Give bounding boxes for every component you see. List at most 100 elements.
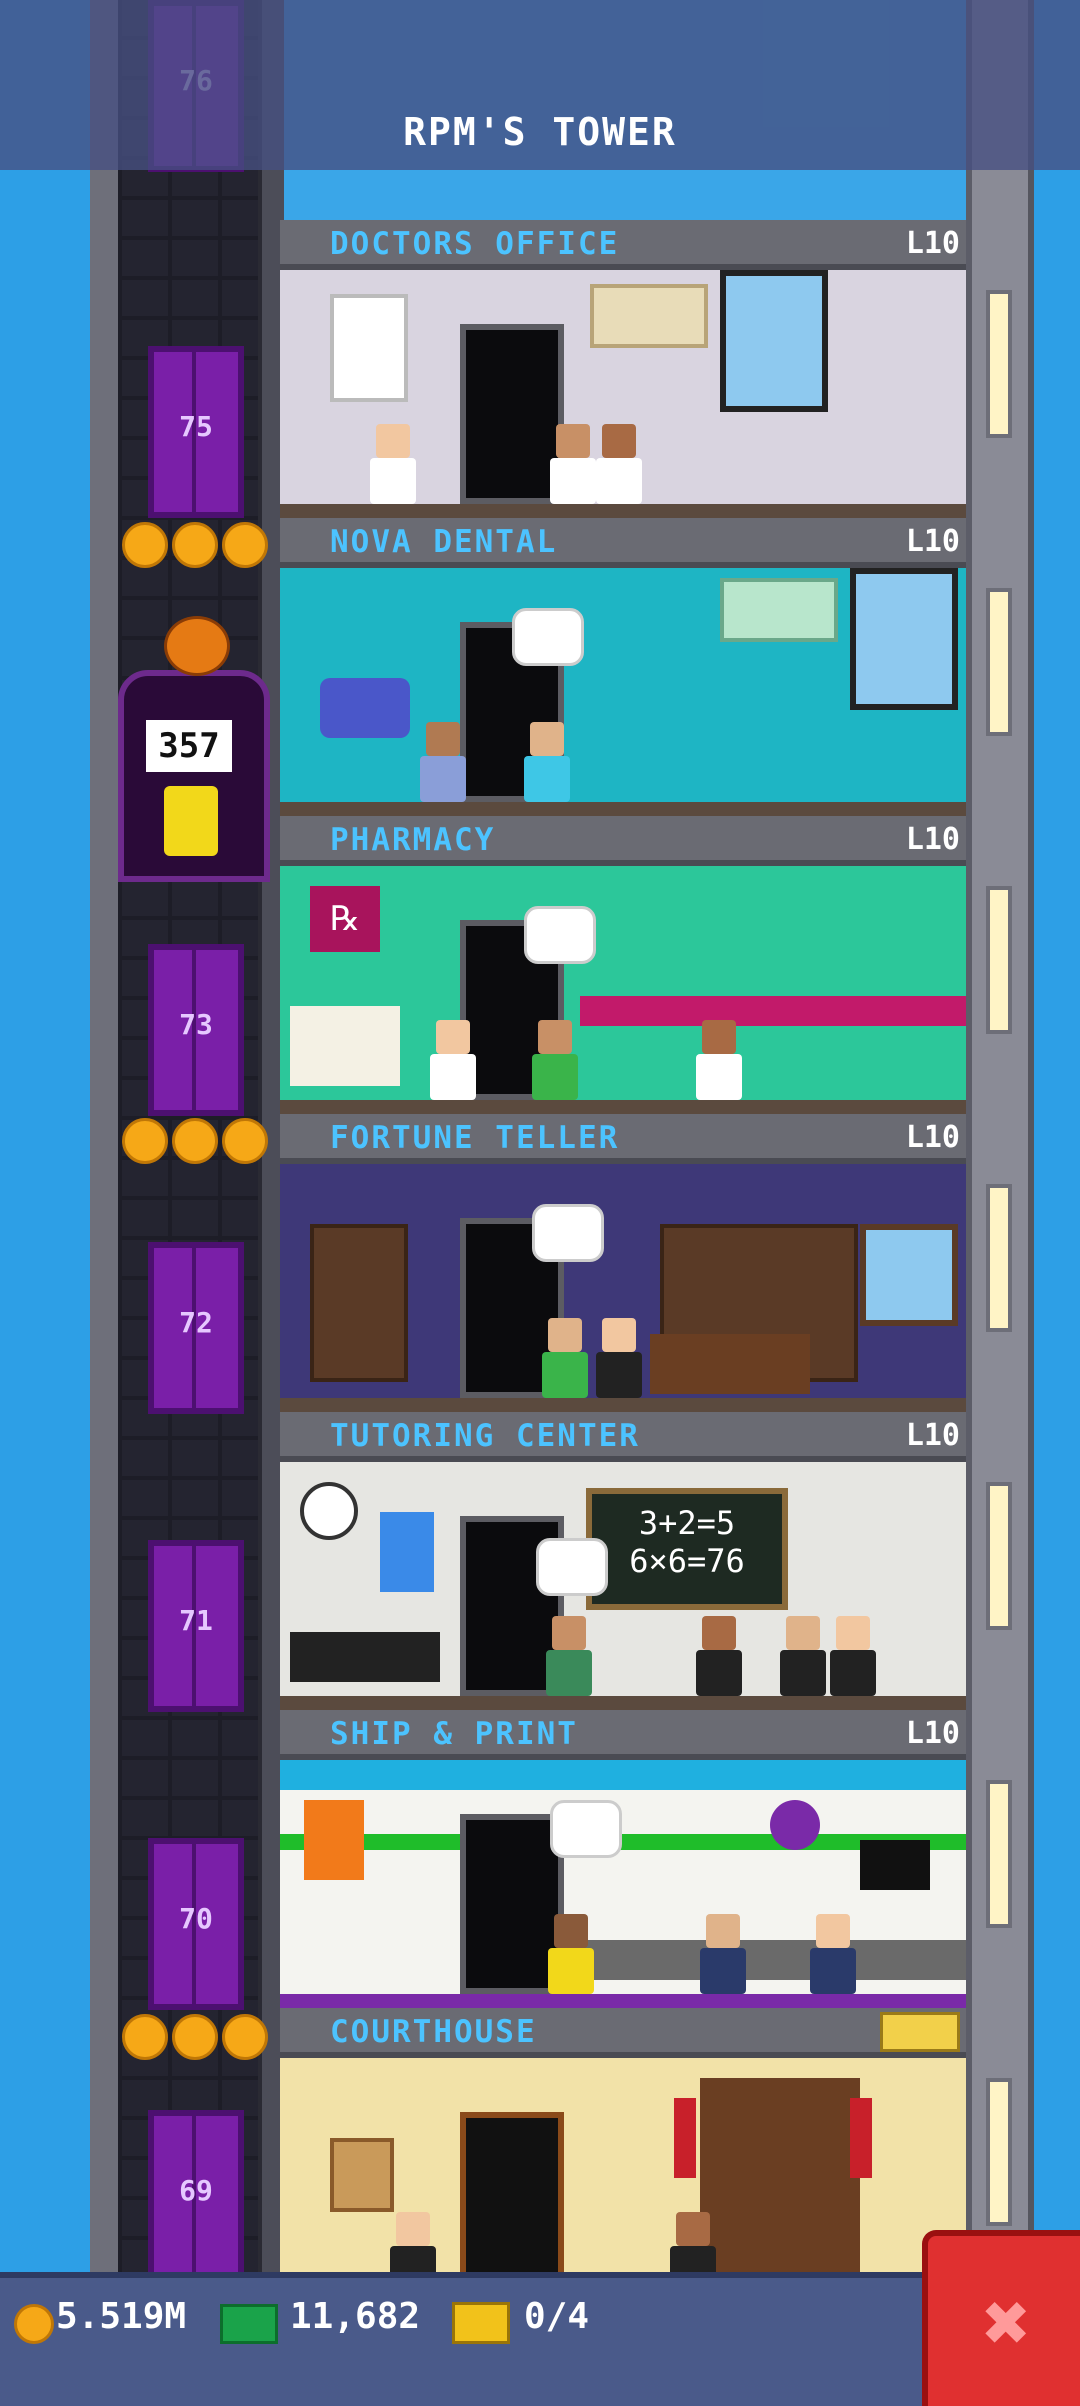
clerk-character[interactable] (810, 1914, 856, 1994)
floor-room: 3+2=5 6×6=76 (280, 1462, 966, 1710)
dental-chair (320, 678, 410, 738)
floor-level: L10 (905, 226, 960, 261)
elevator-door-69[interactable]: 69 (148, 2110, 244, 2282)
floor-tutoring-center[interactable]: TUTORING CENTER L10 3+2=5 6×6=76 (280, 1412, 966, 1710)
coin-reward[interactable] (122, 1118, 272, 1164)
coin-icon (122, 2014, 168, 2060)
floor-line (280, 1398, 966, 1412)
cabinet (720, 578, 838, 642)
floor-level: L10 (905, 1120, 960, 1155)
pumpkin-icon (164, 616, 230, 676)
window (860, 1224, 958, 1326)
floor-line (280, 1994, 966, 2008)
floor-ship-and-print[interactable]: SHIP & PRINT L10 (280, 1710, 966, 2008)
pharmacist-character[interactable] (430, 1020, 476, 1100)
window-light (986, 1184, 1012, 1332)
customer-character[interactable] (542, 1318, 588, 1398)
coin-icon (122, 522, 168, 568)
witch-character[interactable] (596, 1318, 642, 1398)
window-light (986, 588, 1012, 736)
elevator-door-71[interactable]: 71 (148, 1540, 244, 1712)
floor-name: COURTHOUSE (330, 2014, 537, 2050)
coin-reward[interactable] (122, 2014, 272, 2060)
coin-icon (122, 1118, 168, 1164)
student-character[interactable] (546, 1616, 592, 1696)
elevator-door-73[interactable]: 73 (148, 944, 244, 1116)
floor-level: L10 (905, 1418, 960, 1453)
dentist-character[interactable] (420, 722, 466, 802)
elevator-door-72[interactable]: 72 (148, 1242, 244, 1414)
clerk-character[interactable] (700, 1914, 746, 1994)
doctor-character[interactable] (370, 424, 416, 504)
window (850, 568, 958, 710)
elevator-cab[interactable]: 357 (118, 616, 270, 882)
coins-amount: 5.519M (56, 2296, 187, 2337)
floor-level: L10 (905, 524, 960, 559)
floor-line (280, 504, 966, 518)
framed-notice (330, 2138, 394, 2212)
floor-bar: TUTORING CENTER L10 (280, 1412, 966, 1462)
patient-character[interactable] (550, 424, 596, 504)
speech-bubble-pill-icon[interactable] (524, 906, 596, 964)
customer-character[interactable] (532, 1020, 578, 1100)
floor-nova-dental[interactable]: NOVA DENTAL L10 (280, 518, 966, 816)
elevator-door-70[interactable]: 70 (148, 1838, 244, 2010)
window-light (986, 886, 1012, 1034)
bux-icon (220, 2304, 278, 2344)
apple-poster (380, 1512, 434, 1592)
floor-fortune-teller[interactable]: FORTUNE TELLER L10 (280, 1114, 966, 1412)
floor-room (280, 568, 966, 816)
floor-room (280, 270, 966, 518)
chalkboard: 3+2=5 6×6=76 (586, 1488, 788, 1610)
floor-pharmacy[interactable]: PHARMACY L10 ℞ (280, 816, 966, 1114)
floor-name: SHIP & PRINT (330, 1716, 578, 1752)
golden-ticket-icon (452, 2302, 510, 2344)
speech-bubble-document-icon[interactable] (550, 1800, 622, 1858)
floor-bar: COURTHOUSE (280, 2008, 966, 2058)
witch-character[interactable] (696, 1616, 742, 1696)
pharmacist-character[interactable] (696, 1020, 742, 1100)
golden-ticket-badge-icon[interactable] (880, 2012, 960, 2052)
close-button[interactable]: ✖ (922, 2230, 1080, 2406)
tower-header: RPM'S TOWER (0, 0, 1080, 170)
coin-icon (222, 1118, 268, 1164)
window-light (986, 1780, 1012, 1928)
wall-stripe-blue (280, 1760, 966, 1790)
chalkboard-line: 3+2=5 (638, 1504, 736, 1542)
floor-doctors-office[interactable]: DOCTORS OFFICE L10 (280, 220, 966, 518)
floor-courthouse[interactable]: COURTHOUSE (280, 2008, 966, 2306)
elevator-floor-number: 70 (179, 1902, 213, 1935)
window-light (986, 1482, 1012, 1630)
elevator-floor-number: 73 (179, 1008, 213, 1041)
window (720, 270, 828, 412)
bookshelf (310, 1224, 408, 1382)
floor-name: FORTUNE TELLER (330, 1120, 620, 1156)
speech-bubble-palm-icon[interactable] (532, 1204, 604, 1262)
customer-character[interactable] (548, 1914, 594, 1994)
rx-sign-icon: ℞ (310, 886, 380, 952)
speech-bubble-study-icon[interactable] (536, 1538, 608, 1596)
fortune-table (650, 1334, 810, 1394)
room-door (460, 324, 564, 504)
patient-character[interactable] (596, 424, 642, 504)
patient-character[interactable] (524, 722, 570, 802)
floor-name: PHARMACY (330, 822, 496, 858)
speech-bubble-tooth-icon[interactable] (512, 608, 584, 666)
floor-room (280, 1164, 966, 1412)
bitizen-passenger (164, 786, 218, 856)
skeleton-poster (330, 294, 408, 402)
tickets-amount: 0/4 (524, 2296, 590, 2337)
coin-icon (14, 2304, 54, 2344)
floor-room: ℞ (280, 866, 966, 1114)
floor-bar: NOVA DENTAL L10 (280, 518, 966, 568)
floor-bar: DOCTORS OFFICE L10 (280, 220, 966, 270)
font-poster (304, 1800, 364, 1880)
witch-character[interactable] (830, 1616, 876, 1696)
witch-character[interactable] (780, 1616, 826, 1696)
elevator-door-75[interactable]: 75 (148, 346, 244, 518)
floor-line (280, 1696, 966, 1710)
close-icon: ✖ (982, 2276, 1032, 2369)
chalkboard-line: 6×6=76 (629, 1542, 745, 1580)
coin-reward[interactable] (122, 522, 272, 568)
floor-room (280, 2058, 966, 2306)
